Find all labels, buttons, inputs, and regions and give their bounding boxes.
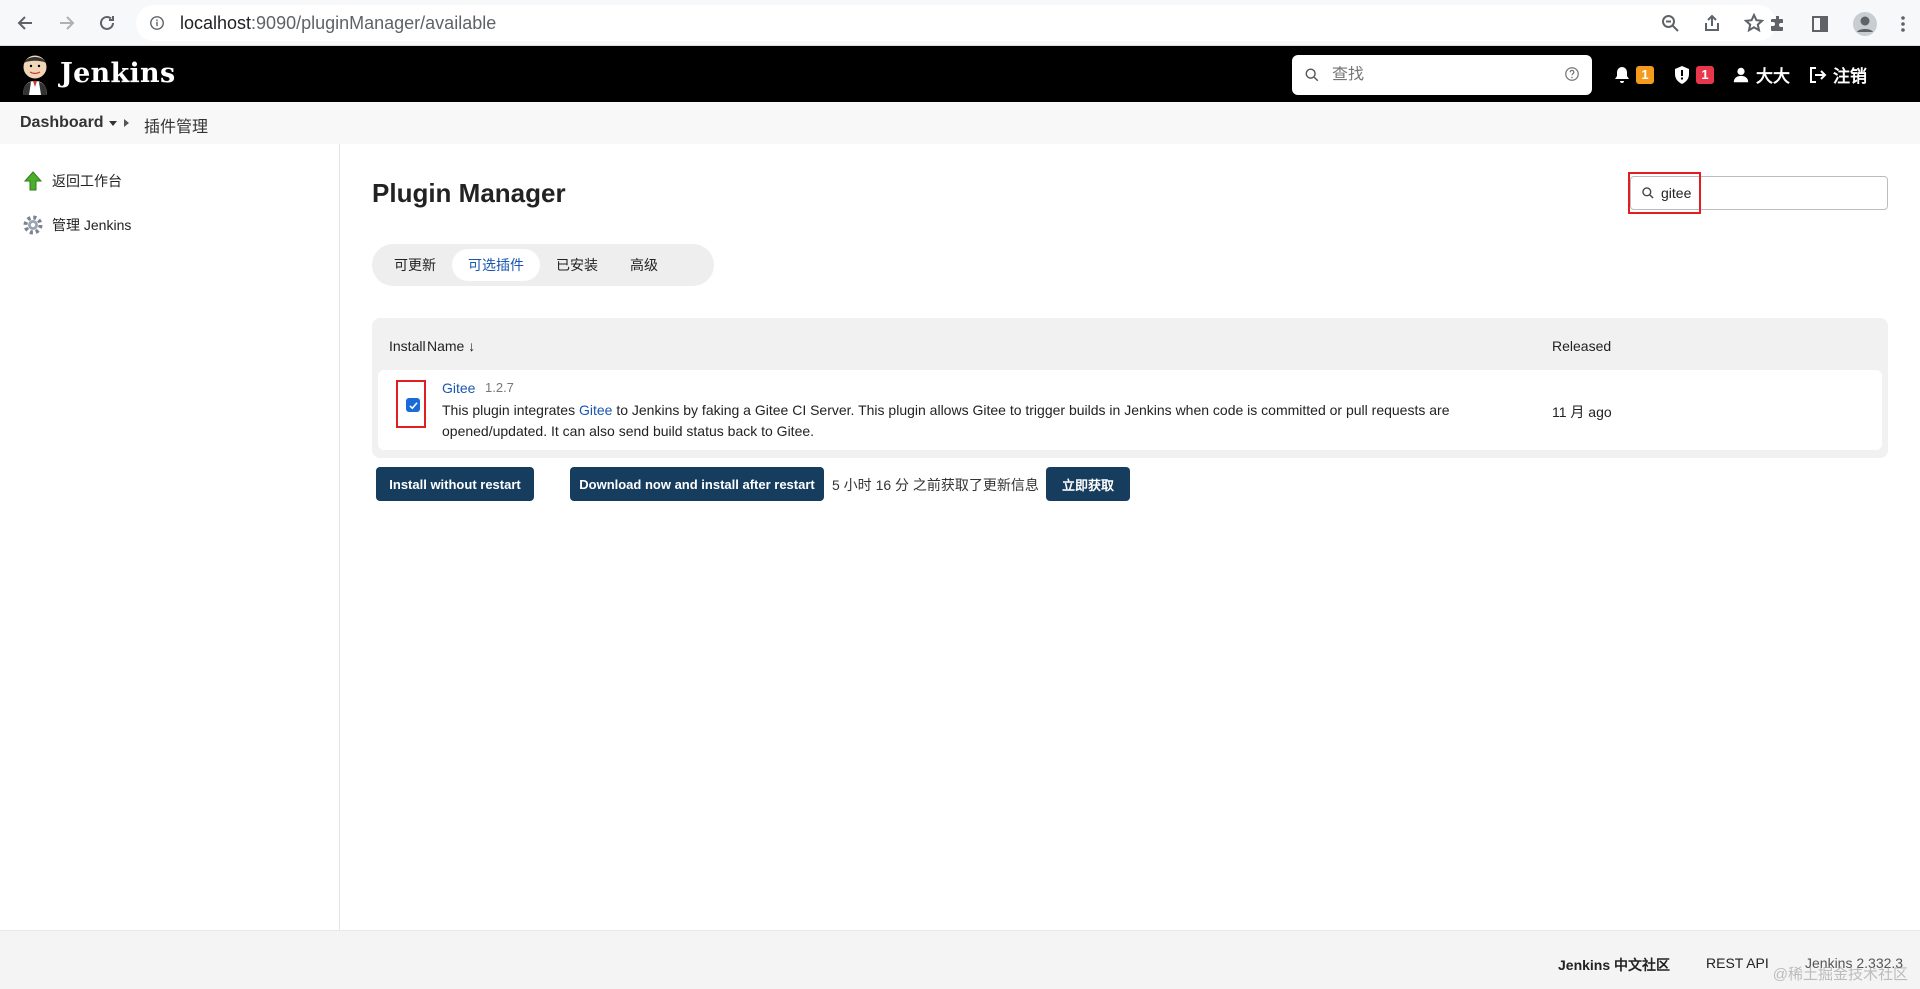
tab-updates[interactable]: 可更新 [378, 249, 452, 281]
more-menu-icon[interactable] [1900, 14, 1906, 34]
jenkins-title[interactable]: Jenkins [60, 58, 175, 89]
back-icon[interactable] [14, 11, 38, 35]
security-badge: 1 [1696, 65, 1714, 84]
url-path: :9090/pluginManager/available [251, 12, 497, 33]
update-info-text: 5 小时 16 分 之前获取了更新信息 [832, 477, 1039, 493]
table-row: Gitee 1.2.7 This plugin integrates Gitee… [378, 370, 1882, 450]
bell-icon [1615, 66, 1629, 83]
plugin-version: 1.2.7 [485, 380, 514, 395]
download-install-after-restart-button[interactable]: Download now and install after restart [570, 467, 824, 501]
checkmark-icon [408, 401, 418, 409]
header-search-box[interactable] [1292, 55, 1592, 95]
url-host: localhost [180, 12, 252, 33]
security-button[interactable]: 1 [1672, 65, 1714, 85]
breadcrumb-current[interactable]: 插件管理 [144, 113, 208, 137]
column-header-name[interactable]: Name ↓ [427, 338, 475, 354]
user-menu[interactable]: 大大 [1732, 62, 1790, 87]
watermark: @稀土掘金技术社区 [1772, 966, 1908, 983]
header-search-input[interactable] [1332, 66, 1532, 84]
tab-advanced[interactable]: 高级 [614, 249, 674, 281]
notifications-badge: 1 [1636, 65, 1654, 84]
arrow-up-icon [23, 171, 43, 191]
plugin-table: Install Name ↓ Released Gitee 1.2.7 This… [372, 318, 1888, 458]
user-name: 大大 [1756, 67, 1790, 86]
browser-toolbar: localhost:9090/pluginManager/available [0, 0, 1920, 46]
address-bar[interactable]: localhost:9090/pluginManager/available [136, 5, 1776, 41]
plugin-filter-box[interactable] [1630, 176, 1888, 210]
address-url: localhost:9090/pluginManager/available [180, 13, 496, 34]
help-icon[interactable] [1564, 66, 1580, 82]
search-icon [1305, 68, 1319, 82]
main-content: Plugin Manager 可更新 可选插件 已安装 高级 Install N… [340, 144, 1920, 930]
install-without-restart-button[interactable]: Install without restart [376, 467, 534, 501]
logout-icon [1810, 66, 1827, 83]
chevron-down-icon[interactable] [108, 120, 117, 126]
reload-icon[interactable] [95, 11, 119, 35]
search-icon [1642, 187, 1654, 199]
jenkins-logo-icon[interactable] [18, 53, 52, 95]
tab-available[interactable]: 可选插件 [452, 249, 540, 281]
profile-avatar-icon[interactable] [1852, 11, 1878, 37]
footer: Jenkins 中文社区 REST API Jenkins 2.332.3 @稀… [0, 930, 1920, 989]
sidebar-item-label: 返回工作台 [52, 173, 122, 189]
plugin-description: This plugin integrates Gitee to Jenkins … [442, 400, 1502, 442]
plugin-description-text: This plugin integrates [442, 402, 579, 418]
fetch-now-button[interactable]: 立即获取 [1046, 467, 1130, 501]
side-panel-icon[interactable] [1810, 14, 1830, 34]
column-header-released[interactable]: Released [1552, 338, 1611, 354]
extensions-icon[interactable] [1768, 14, 1788, 34]
user-icon [1733, 67, 1749, 82]
plugin-released: 11 月 ago [1552, 404, 1612, 420]
tab-installed[interactable]: 已安装 [540, 249, 614, 281]
site-info-icon[interactable] [148, 14, 166, 32]
sidebar-item-label: 管理 Jenkins [52, 217, 132, 233]
plugin-tabs: 可更新 可选插件 已安装 高级 [372, 244, 714, 286]
footer-community-link[interactable]: Jenkins 中文社区 [1558, 955, 1670, 975]
logout-label: 注销 [1833, 67, 1867, 86]
sidebar: 返回工作台 管理 Jenkins [0, 144, 340, 930]
footer-rest-api-link[interactable]: REST API [1706, 955, 1769, 971]
zoom-icon[interactable] [1660, 13, 1680, 33]
shield-icon [1675, 65, 1689, 84]
sidebar-item-manage-jenkins[interactable]: 管理 Jenkins [22, 214, 131, 236]
plugin-filter-input[interactable] [1661, 185, 1861, 201]
page-title: Plugin Manager [372, 178, 566, 208]
install-checkbox[interactable] [406, 398, 420, 412]
breadcrumb-dashboard-label: Dashboard [20, 114, 104, 131]
forward-icon[interactable] [54, 11, 78, 35]
logout-button[interactable]: 注销 [1808, 62, 1867, 87]
jenkins-header: Jenkins 1 1 大大 注销 [0, 46, 1920, 102]
plugin-description-link[interactable]: Gitee [579, 402, 612, 418]
sidebar-item-back-to-dashboard[interactable]: 返回工作台 [22, 170, 122, 192]
breadcrumb-dashboard[interactable]: Dashboard [20, 114, 117, 132]
share-icon[interactable] [1702, 13, 1722, 33]
plugin-name-link[interactable]: Gitee [442, 380, 475, 396]
column-header-install: Install [389, 338, 426, 354]
chevron-right-icon [124, 119, 129, 127]
bookmark-star-icon[interactable] [1744, 13, 1764, 33]
breadcrumb: Dashboard 插件管理 [0, 102, 1920, 144]
gear-icon [23, 215, 43, 235]
notifications-button[interactable]: 1 [1612, 65, 1654, 85]
